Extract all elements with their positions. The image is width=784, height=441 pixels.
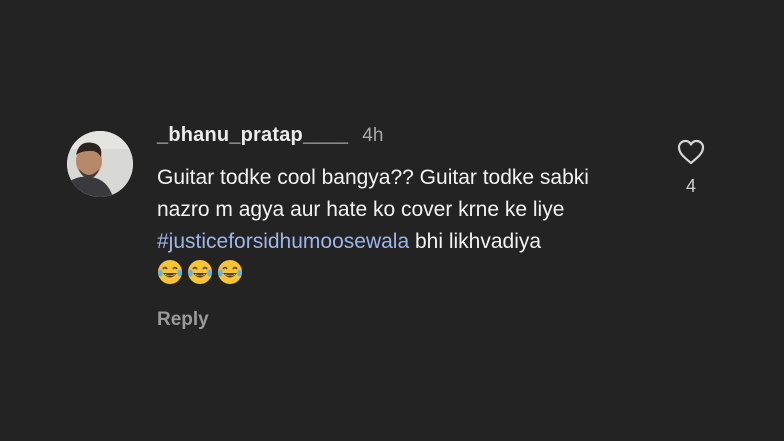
- tears-of-joy-emoji-icon: [158, 260, 182, 284]
- avatar[interactable]: [67, 131, 133, 197]
- timestamp: 4h: [362, 125, 384, 146]
- emoji-group: [157, 259, 247, 295]
- like-count: 4: [685, 176, 696, 196]
- comment-text: Guitar todke cool bangya?? Guitar todke …: [157, 162, 627, 295]
- tears-of-joy-emoji-icon: [188, 260, 212, 284]
- hashtag-link[interactable]: #justiceforsidhumoosewala: [157, 230, 409, 253]
- reply-button[interactable]: Reply: [157, 309, 209, 331]
- avatar-photo: [67, 131, 133, 197]
- username[interactable]: _bhanu_pratap____: [157, 124, 348, 147]
- like-control: 4: [674, 138, 708, 197]
- comment-screen: _bhanu_pratap____ 4h Guitar todke cool b…: [0, 0, 784, 441]
- tears-of-joy-emoji-icon: [218, 260, 242, 284]
- comment-text-part2: bhi likhvadiya: [409, 230, 542, 253]
- heart-icon[interactable]: [676, 138, 706, 166]
- comment: _bhanu_pratap____ 4h Guitar todke cool b…: [157, 124, 637, 331]
- comment-text-part1: Guitar todke cool bangya?? Guitar todke …: [157, 166, 589, 221]
- comment-header: _bhanu_pratap____ 4h: [157, 124, 637, 158]
